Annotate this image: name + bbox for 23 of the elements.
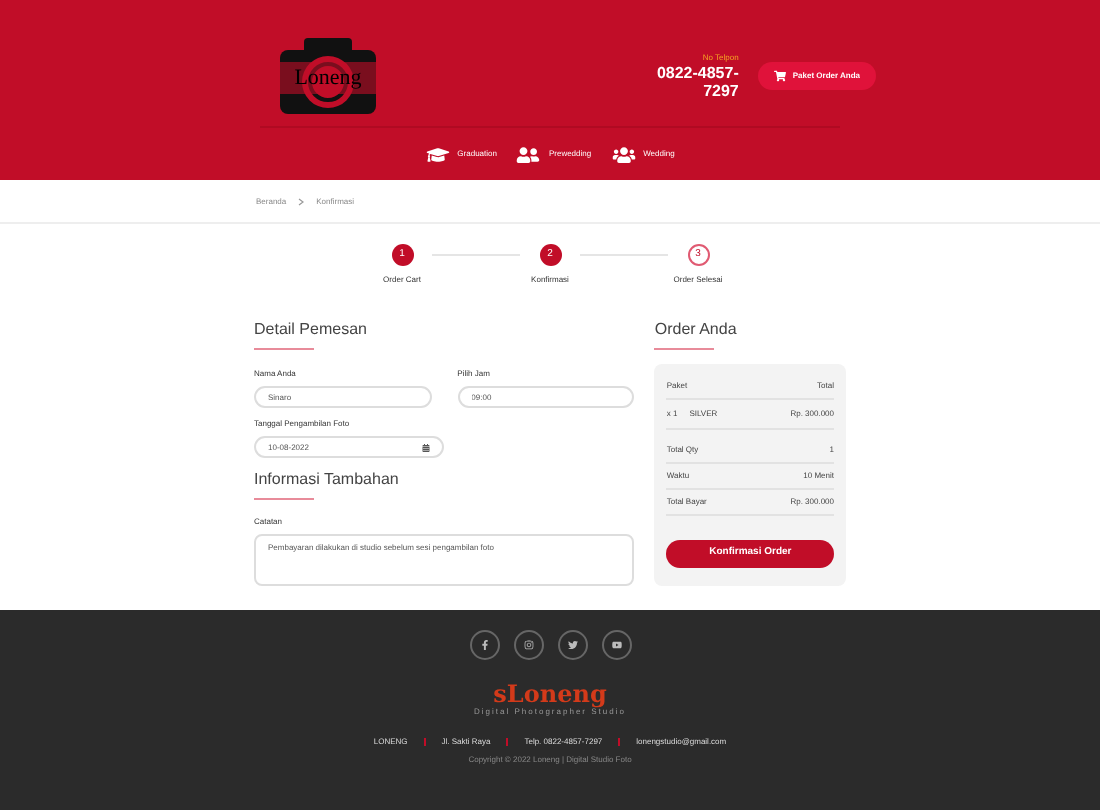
social-link[interactable] bbox=[469, 630, 499, 660]
calendar-icon bbox=[422, 443, 430, 451]
twitter-icon bbox=[567, 640, 577, 650]
social-link[interactable] bbox=[601, 630, 631, 660]
cart-icon bbox=[774, 69, 787, 81]
chevron-icon bbox=[298, 197, 305, 205]
group-icon bbox=[611, 145, 636, 163]
facebook-icon bbox=[479, 640, 489, 650]
footer-logo-text: sLoneng bbox=[493, 682, 607, 706]
section-title: Detail Pemesan bbox=[254, 318, 369, 342]
phone-number: 0822-4857-7297 bbox=[654, 63, 739, 99]
social-link[interactable] bbox=[513, 630, 543, 660]
people-icon bbox=[516, 145, 541, 163]
instagram-icon bbox=[523, 640, 533, 650]
title-underline bbox=[254, 498, 314, 500]
title-underline bbox=[654, 348, 715, 350]
social-link[interactable] bbox=[557, 630, 587, 660]
youtube-icon bbox=[611, 640, 621, 650]
graduation-cap-icon bbox=[425, 145, 450, 163]
section-title: Order Anda bbox=[654, 318, 739, 342]
camera-drawing bbox=[276, 33, 380, 117]
title-underline bbox=[254, 348, 314, 350]
section-title: Informasi Tambahan bbox=[254, 468, 401, 492]
